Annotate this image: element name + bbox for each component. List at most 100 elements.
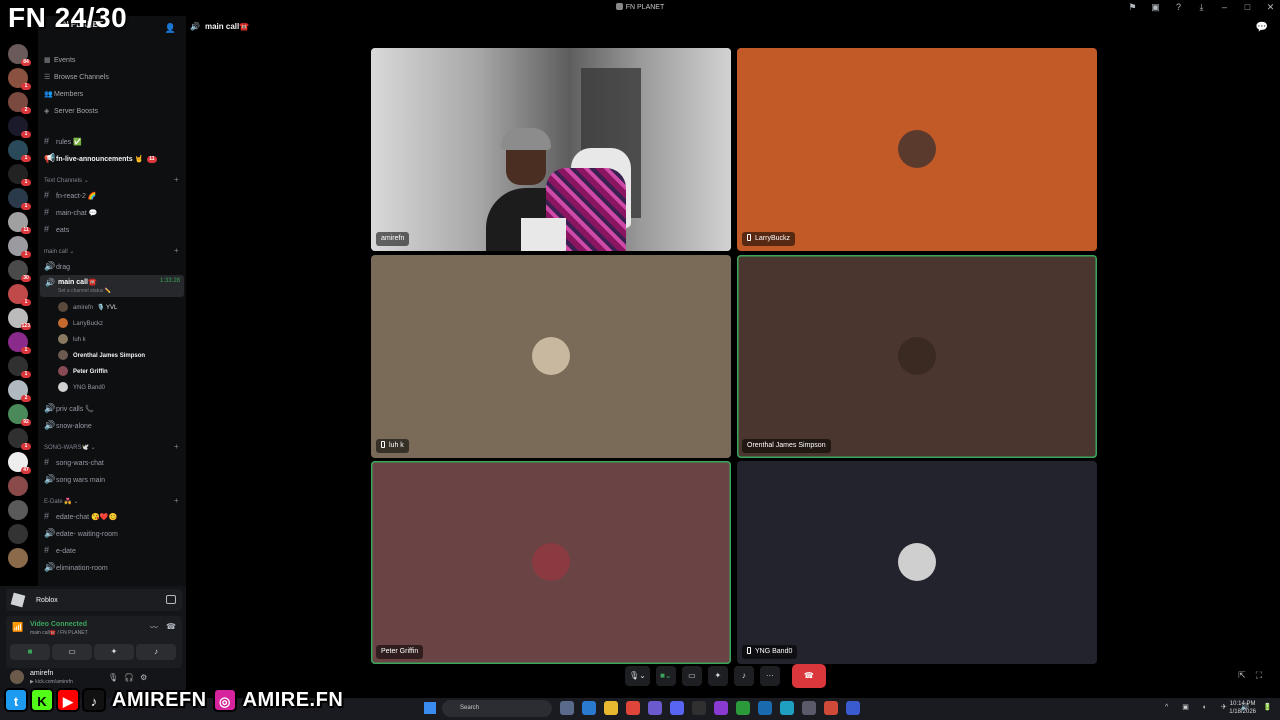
add-channel-icon[interactable]: + <box>174 496 179 505</box>
category-main-call[interactable]: main call ⌄ + <box>44 246 179 255</box>
server-icon[interactable] <box>8 500 28 520</box>
add-channel-icon[interactable]: + <box>174 442 179 451</box>
server-icon[interactable]: 1 <box>8 116 31 138</box>
flag-icon[interactable]: ⚑ <box>1127 2 1138 13</box>
taskbar-search[interactable]: Search <box>442 700 552 717</box>
participant-tile[interactable]: LarryBuckz <box>737 48 1097 251</box>
soundboard-button[interactable]: ♪ <box>136 644 176 660</box>
add-member-icon[interactable]: 👤 <box>165 23 176 34</box>
maximize-icon[interactable]: □ <box>1242 2 1253 13</box>
taskview-icon[interactable] <box>560 701 574 715</box>
settings-icon[interactable]: ⚙ <box>140 673 153 682</box>
activities-button[interactable]: ✦ <box>94 644 134 660</box>
nav-browse-channels[interactable]: ☰ Browse Channels <box>44 72 109 84</box>
noise-suppression-icon[interactable]: 〰 <box>150 622 158 633</box>
channel-eats[interactable]: # eats <box>44 223 69 235</box>
server-icon[interactable]: 1 <box>8 164 31 186</box>
chrome-icon[interactable] <box>626 701 640 715</box>
server-icon[interactable]: 30 <box>8 260 31 282</box>
server-icon[interactable]: 47 <box>8 452 31 474</box>
microphone-icon[interactable]: 🎙 <box>108 673 124 682</box>
nav-events[interactable]: ▦ Events <box>44 55 75 67</box>
chat-icon[interactable]: 💬 <box>1256 22 1268 33</box>
video-tile[interactable]: amirefn <box>371 48 731 251</box>
channel-drag[interactable]: 🔊drag <box>44 260 70 272</box>
user-controls[interactable]: 🎙🎧⚙ <box>108 673 153 682</box>
server-icon[interactable]: 123 <box>8 308 31 330</box>
channel-fn-live-announcements[interactable]: 📢fn-live-announcements 🤘 11 <box>44 152 157 164</box>
end-call-button[interactable]: ☎ <box>791 664 826 688</box>
channel-song-wars-chat[interactable]: # song-wars-chat <box>44 456 104 468</box>
minimize-icon[interactable]: – <box>1219 2 1230 13</box>
add-channel-icon[interactable]: + <box>174 175 179 184</box>
server-icon[interactable]: 92 <box>8 404 31 426</box>
server-icon[interactable]: 1 <box>8 284 31 306</box>
channel-e-date[interactable]: # e-date <box>44 544 76 556</box>
channel-main-call-active[interactable]: 🔊 main call☎️ Set a channel status ✏️ 1:… <box>40 275 184 297</box>
nav-server-boosts[interactable]: ◈ Server Boosts <box>44 106 98 118</box>
start-icon[interactable] <box>424 702 436 714</box>
voice-user[interactable]: Orenthal James Simpson <box>58 350 145 362</box>
more-options-button[interactable]: ··· <box>759 666 780 686</box>
activity-card[interactable]: Roblox <box>6 589 182 611</box>
server-icon[interactable]: 11 <box>8 212 31 234</box>
app-icon-5[interactable] <box>824 701 838 715</box>
server-icon[interactable]: 1 <box>8 332 31 354</box>
server-icon[interactable]: 84 <box>8 44 31 66</box>
category-edate[interactable]: E-Date 💑 ⌄ + <box>44 496 179 505</box>
popout-icon[interactable]: ⇱ <box>1238 670 1256 680</box>
participant-tile[interactable]: Orenthal James Simpson <box>737 255 1097 458</box>
voice-user[interactable]: Peter Griffin <box>58 366 108 378</box>
nav-members[interactable]: 👥Members <box>44 89 83 101</box>
mute-button[interactable]: 🎙⌄ <box>625 666 650 686</box>
app-icon-6[interactable] <box>846 701 860 715</box>
server-icon[interactable] <box>8 476 28 496</box>
voice-user[interactable]: amirefn 🎙️ YVL <box>58 302 117 314</box>
edge-icon[interactable] <box>582 701 596 715</box>
clock[interactable]: 10:14 PM 1/18/2026 <box>1229 700 1256 716</box>
help-icon[interactable]: ? <box>1173 2 1184 13</box>
channel-elimination-room[interactable]: 🔊elimination-room <box>44 561 108 573</box>
participant-tile[interactable]: Peter Griffin <box>371 461 731 664</box>
settings-app-icon[interactable] <box>802 701 816 715</box>
channel-edate-chat[interactable]: # edate-chat 😘❤️😊 <box>44 510 117 522</box>
app-icon[interactable] <box>648 701 662 715</box>
disconnect-icon[interactable]: ☎ <box>166 622 176 631</box>
server-icon[interactable]: 1 <box>8 428 31 450</box>
channel-fn-react-2[interactable]: # fn-react-2 🌈 <box>44 189 97 201</box>
channel-priv-calls[interactable]: 🔊priv calls 📞 <box>44 402 94 414</box>
server-icon[interactable]: 2 <box>8 92 31 114</box>
channel-rules[interactable]: # rules ✅ <box>44 135 82 147</box>
xbox-icon[interactable] <box>736 701 750 715</box>
category-text-channels[interactable]: Text Channels ⌄ + <box>44 175 179 184</box>
channel-song-wars-main[interactable]: 🔊song wars main <box>44 473 105 485</box>
signal-icon[interactable]: 📶 <box>12 622 23 633</box>
explorer-icon[interactable] <box>604 701 618 715</box>
server-icon[interactable]: 1 <box>8 68 31 90</box>
voice-status-subtitle[interactable]: main call☎️ / FN PLANET <box>30 630 88 636</box>
voice-user[interactable]: LarryBuckz <box>58 318 103 330</box>
download-icon[interactable]: ⤓ <box>1196 2 1207 13</box>
voice-user[interactable]: YNG Band0 <box>58 382 105 394</box>
inbox-icon[interactable]: ▣ <box>1150 2 1161 13</box>
activity-launcher-button[interactable]: ✦ <box>707 666 728 686</box>
discord-icon[interactable] <box>670 701 684 715</box>
soundboard-button-call[interactable]: ♪ <box>733 666 754 686</box>
app-icon-4[interactable] <box>780 701 794 715</box>
server-icon[interactable] <box>8 524 28 544</box>
category-song-wars[interactable]: SONG-WARS🕊️ ⌄ + <box>44 442 179 451</box>
server-icon[interactable]: 1 <box>8 188 31 210</box>
headphones-icon[interactable]: 🎧 <box>124 673 140 682</box>
add-channel-icon[interactable]: + <box>174 246 179 255</box>
fullscreen-icon[interactable]: ⛶ <box>1256 670 1272 680</box>
obs-icon[interactable] <box>692 701 706 715</box>
channel-status[interactable]: Set a channel status ✏️ <box>58 288 111 294</box>
app-icon-3[interactable] <box>758 701 772 715</box>
app-icon-2[interactable] <box>714 701 728 715</box>
share-screen-button[interactable]: ▭ <box>681 666 702 686</box>
channel-snow-alone[interactable]: 🔊snow-alone <box>44 419 92 431</box>
server-icon[interactable]: 1 <box>8 356 31 378</box>
channel-edate-waiting-room[interactable]: 🔊edate- waiting-room <box>44 527 118 539</box>
voice-user[interactable]: luh k <box>58 334 86 346</box>
activity-button[interactable] <box>166 595 176 604</box>
